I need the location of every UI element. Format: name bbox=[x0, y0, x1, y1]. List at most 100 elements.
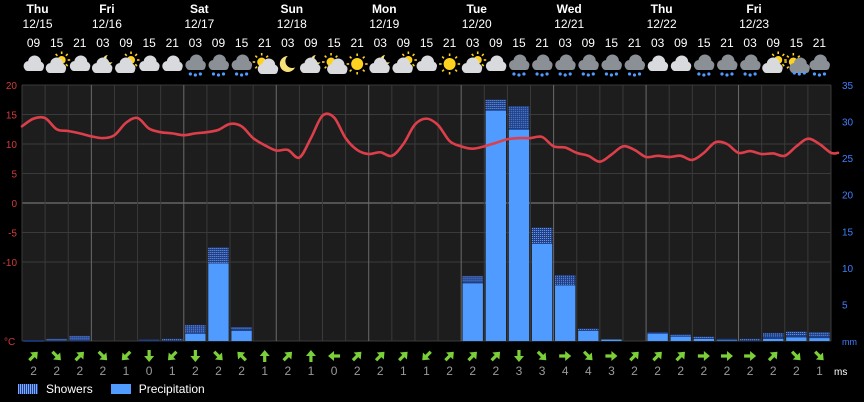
rain-drop bbox=[753, 72, 757, 76]
rain-drop bbox=[725, 73, 729, 77]
wind-arrow-shape bbox=[490, 351, 501, 362]
wind-arrow-icon bbox=[605, 351, 618, 361]
cloudy-rain-icon bbox=[740, 54, 761, 77]
wind-speed-label: 0 bbox=[146, 364, 153, 378]
wind-arrow-icon bbox=[259, 350, 270, 362]
cloud-base bbox=[140, 65, 160, 71]
hour-label: 03 bbox=[466, 36, 480, 50]
wind-arrow-icon bbox=[697, 351, 710, 361]
precipitation-bar bbox=[670, 336, 691, 341]
cloud-base bbox=[486, 65, 506, 71]
cloudy-rain-icon bbox=[601, 54, 622, 77]
sun-ray bbox=[797, 55, 801, 58]
wind-arrow-shape bbox=[767, 351, 778, 362]
wind-arrow-shape bbox=[675, 351, 685, 362]
rain-drop bbox=[540, 73, 544, 77]
wind-arrow-icon bbox=[744, 351, 757, 361]
wind-speed-label: 3 bbox=[539, 364, 546, 378]
rain-drop bbox=[604, 72, 609, 76]
wind-arrow-icon bbox=[328, 351, 341, 361]
wind-arrow-shape bbox=[28, 351, 38, 362]
sun-ray bbox=[786, 55, 790, 58]
cloud-base bbox=[209, 64, 229, 70]
wind-arrow-shape bbox=[121, 350, 132, 361]
wind-arrow-icon bbox=[582, 350, 593, 361]
precip-tick-label: 5 bbox=[842, 300, 848, 311]
precipitation-bar bbox=[208, 263, 229, 341]
partly-cloudy-icon bbox=[45, 51, 71, 73]
cloud-base bbox=[70, 65, 90, 71]
partly-sunny-icon bbox=[252, 53, 279, 74]
rain-drop bbox=[627, 72, 632, 76]
wind-arrow-shape bbox=[168, 350, 178, 361]
cloud-base bbox=[625, 64, 645, 70]
day-date: 12/21 bbox=[554, 17, 584, 31]
sun-ray bbox=[471, 53, 475, 57]
wind-speed-label: 2 bbox=[30, 364, 37, 378]
wind-speed-label: 2 bbox=[631, 364, 638, 378]
rain-drop bbox=[221, 72, 226, 76]
legend-label-showers: Showers bbox=[46, 382, 93, 396]
hour-label: 15 bbox=[327, 36, 341, 50]
hour-label: 09 bbox=[582, 36, 596, 50]
precip-tick-label: 15 bbox=[842, 227, 854, 238]
precipitation-bar bbox=[786, 337, 807, 341]
wind-arrow-icon bbox=[28, 351, 38, 362]
showers-bar bbox=[23, 340, 44, 342]
hour-label: 15 bbox=[605, 36, 619, 50]
wind-arrow-shape bbox=[398, 351, 408, 362]
wind-arrow-icon bbox=[467, 351, 477, 362]
wind-arrow-shape bbox=[513, 350, 524, 362]
partly-sunny-icon bbox=[322, 53, 348, 74]
wind-arrow-shape bbox=[422, 350, 432, 361]
wind-arrow-icon bbox=[720, 351, 733, 361]
rain-drop bbox=[707, 72, 711, 76]
cloudy-rain-icon bbox=[693, 54, 715, 77]
cloud-base bbox=[328, 68, 348, 74]
rain-drop bbox=[797, 72, 801, 76]
cloudy-rain-icon bbox=[624, 54, 646, 77]
rain-drop bbox=[591, 72, 595, 76]
day-date: 12/18 bbox=[277, 17, 307, 31]
sun-ray bbox=[771, 53, 775, 57]
rain-drop bbox=[817, 73, 822, 77]
cloud-base bbox=[417, 65, 437, 71]
day-name: Sat bbox=[190, 2, 209, 16]
partly-sunny-rain-icon bbox=[784, 53, 810, 76]
cloudy-icon bbox=[69, 55, 91, 71]
sun-ray bbox=[412, 63, 415, 67]
wind-speed-label: 3 bbox=[516, 364, 523, 378]
rain-drop bbox=[244, 72, 249, 76]
wind-arrow-shape bbox=[605, 351, 618, 361]
cloud-base bbox=[232, 64, 252, 70]
hour-label: 09 bbox=[767, 36, 781, 50]
wind-speed-label: 1 bbox=[169, 364, 176, 378]
cloud-base bbox=[393, 67, 413, 73]
hour-label: 15 bbox=[235, 36, 249, 50]
wind-arrow-icon bbox=[51, 350, 61, 361]
cloud-base bbox=[810, 64, 830, 70]
precip-tick-label: 10 bbox=[842, 264, 854, 275]
wind-arrow-shape bbox=[74, 351, 85, 362]
wind-arrow-shape bbox=[282, 351, 293, 362]
hour-label: 21 bbox=[813, 36, 827, 50]
wind-arrow-icon bbox=[237, 351, 247, 362]
cloudy-icon bbox=[416, 55, 437, 71]
wind-arrow-shape bbox=[790, 350, 801, 361]
rain-drop bbox=[609, 73, 614, 77]
sun-ray bbox=[349, 69, 353, 72]
hour-label: 21 bbox=[166, 36, 180, 50]
day-date: 12/19 bbox=[369, 17, 399, 31]
wind-arrow-shape bbox=[744, 351, 757, 361]
cloud-base bbox=[163, 65, 183, 71]
hour-label: 21 bbox=[443, 36, 457, 50]
night-partly-cloudy-icon bbox=[91, 54, 115, 73]
sun-ray bbox=[254, 66, 258, 69]
hour-label: 09 bbox=[304, 36, 318, 50]
wind-arrow-icon bbox=[513, 350, 524, 362]
hour-label: 21 bbox=[720, 36, 734, 50]
sun-ray bbox=[481, 63, 485, 67]
rain-drop bbox=[216, 73, 221, 77]
wind-unit-label: ms bbox=[834, 367, 847, 378]
legend-item-precipitation: Precipitation bbox=[110, 382, 205, 396]
